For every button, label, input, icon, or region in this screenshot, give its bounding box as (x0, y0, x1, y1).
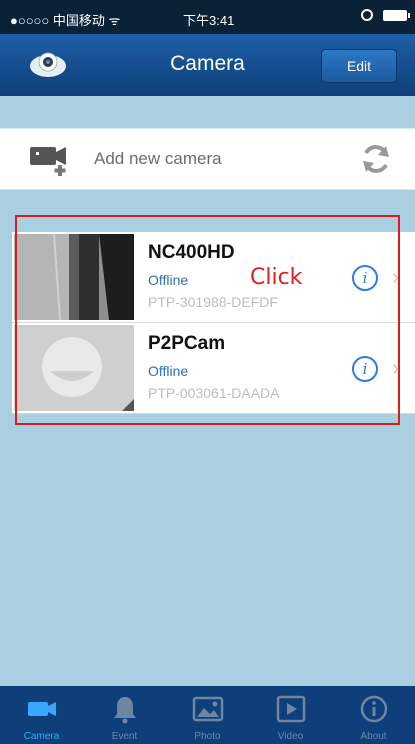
tab-label: Camera (23, 731, 60, 742)
chevron-right-icon: › (392, 264, 400, 289)
add-camera-icon (30, 147, 66, 176)
photo-icon (192, 696, 223, 722)
status-bar: ●○○○○ 中国移动 ᯤ 下午3:41 (0, 0, 415, 34)
status-icons (361, 9, 410, 21)
camera-id: PTP-301988-DEFDF (148, 294, 278, 310)
tab-label: Event (111, 731, 138, 742)
add-camera-row[interactable]: Add new camera (0, 128, 415, 190)
refresh-icon[interactable] (359, 142, 393, 176)
camera-status: Offline (148, 272, 189, 288)
camera-icon (27, 702, 56, 716)
tab-camera[interactable]: Camera (0, 686, 83, 744)
camera-list-item[interactable]: P2PCam Offline PTP-003061-DAADA i › (12, 323, 415, 414)
camera-list-item[interactable]: NC400HD Offline PTP-301988-DEFDF i › (12, 232, 415, 323)
camera-placeholder-avatar (14, 325, 134, 411)
camera-status: Offline (148, 363, 189, 379)
tab-video[interactable]: Video (249, 686, 332, 744)
camera-name: NC400HD (148, 242, 235, 263)
camera-id: PTP-003061-DAADA (148, 385, 280, 401)
tab-about[interactable]: About (332, 686, 415, 744)
camera-name: P2PCam (148, 333, 226, 354)
battery-icon (383, 9, 410, 21)
edit-button[interactable]: Edit (321, 49, 397, 83)
tab-bar: Camera Event Photo Video About (0, 686, 415, 744)
tab-label: Video (277, 731, 304, 742)
camera-info-button[interactable]: i (352, 265, 378, 291)
tab-label: About (360, 731, 387, 742)
video-icon (276, 695, 305, 723)
bell-icon (113, 697, 136, 724)
camera-snapshot (14, 234, 134, 320)
annotation-click-label: Click (250, 265, 303, 290)
tab-event[interactable]: Event (83, 686, 166, 744)
chevron-right-icon: › (392, 355, 400, 380)
navigation-bar: Camera Edit (0, 34, 415, 96)
camera-info-button[interactable]: i (352, 356, 378, 382)
add-camera-label: Add new camera (94, 149, 222, 168)
tab-label: Photo (194, 731, 221, 742)
tab-photo[interactable]: Photo (166, 686, 249, 744)
rotation-lock-icon (361, 9, 373, 21)
info-icon (360, 695, 387, 723)
carrier-text: ●○○○○ 中国移动 ᯤ (10, 13, 121, 28)
camera-list: NC400HD Offline PTP-301988-DEFDF i › P2P… (12, 232, 415, 414)
clock-text: 下午3:41 (183, 13, 235, 28)
